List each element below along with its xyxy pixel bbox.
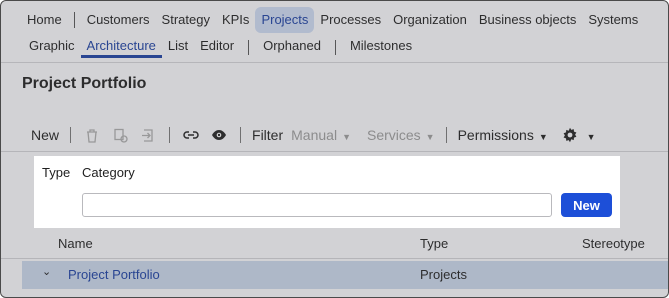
caret-down-icon: ▼	[342, 132, 351, 142]
tab-divider	[248, 39, 250, 55]
services-dropdown[interactable]: Services ▼	[363, 127, 439, 143]
primary-nav: Home Customers Strategy KPIs Projects Pr…	[21, 7, 644, 33]
divider	[1, 151, 668, 152]
nav-item-home[interactable]: Home	[21, 7, 68, 33]
manual-label: Manual	[291, 127, 338, 143]
toolbar-divider	[240, 127, 242, 143]
tab-orphaned[interactable]: Orphaned	[257, 36, 327, 58]
nav-divider	[73, 12, 75, 28]
secondary-nav: Graphic Architecture List Editor Orphane…	[23, 35, 418, 59]
nav-item-systems[interactable]: Systems	[582, 7, 644, 33]
toolbar-divider	[70, 127, 72, 143]
trash-icon[interactable]	[81, 125, 103, 145]
tab-architecture[interactable]: Architecture	[80, 36, 162, 58]
column-header-stereotype[interactable]: Stereotype	[582, 236, 645, 251]
nav-item-processes[interactable]: Processes	[314, 7, 387, 33]
category-input[interactable]	[82, 193, 552, 217]
app-window: Home Customers Strategy KPIs Projects Pr…	[0, 0, 669, 298]
permissions-dropdown[interactable]: Permissions ▼	[454, 127, 552, 143]
link-icon[interactable]	[180, 125, 202, 145]
nav-item-business-objects[interactable]: Business objects	[473, 7, 583, 33]
new-button[interactable]: New	[27, 127, 63, 143]
page-title: Project Portfolio	[22, 75, 147, 92]
nav-item-strategy[interactable]: Strategy	[156, 7, 216, 33]
toolbar-divider	[169, 127, 171, 143]
tab-editor[interactable]: Editor	[194, 36, 240, 58]
filter-panel: Type Category New	[34, 156, 620, 228]
caret-down-icon: ▼	[586, 132, 596, 142]
column-header-name[interactable]: Name	[58, 236, 93, 251]
gear-icon	[562, 127, 582, 143]
services-label: Services	[366, 127, 421, 143]
table-header: Name Type Stereotype	[1, 230, 668, 258]
tab-milestones[interactable]: Milestones	[344, 36, 418, 58]
permissions-label: Permissions	[457, 127, 534, 143]
toolbar-divider	[445, 127, 447, 143]
move-icon[interactable]	[137, 125, 159, 145]
caret-down-icon: ▼	[538, 132, 548, 142]
chevron-down-icon[interactable]: ⌄	[42, 265, 51, 278]
row-type: Projects	[420, 267, 467, 282]
row-name-link[interactable]: Project Portfolio	[68, 267, 160, 282]
tab-list[interactable]: List	[162, 36, 194, 58]
caret-down-icon: ▼	[425, 132, 435, 142]
category-filter-label[interactable]: Category	[82, 165, 135, 180]
tab-graphic[interactable]: Graphic	[23, 36, 81, 58]
toolbar: New Filter Manual ▼ Services ▼ Permissions…	[27, 123, 600, 147]
tab-divider	[334, 39, 336, 55]
new-category-button[interactable]: New	[561, 193, 612, 217]
table-row[interactable]: ⌄ Project Portfolio Projects	[22, 261, 668, 289]
eye-icon[interactable]	[208, 125, 230, 145]
column-header-type[interactable]: Type	[420, 236, 448, 251]
type-filter-label[interactable]: Type	[42, 165, 70, 180]
copy-icon[interactable]	[109, 125, 131, 145]
nav-item-kpis[interactable]: KPIs	[216, 7, 255, 33]
filter-button[interactable]: Filter	[248, 127, 287, 143]
divider	[1, 258, 668, 259]
nav-item-customers[interactable]: Customers	[81, 7, 156, 33]
nav-item-projects[interactable]: Projects	[255, 7, 315, 33]
nav-item-organization[interactable]: Organization	[387, 7, 473, 33]
settings-dropdown[interactable]: ▼	[558, 127, 600, 143]
manual-dropdown[interactable]: Manual ▼	[287, 127, 355, 143]
divider	[1, 62, 668, 63]
